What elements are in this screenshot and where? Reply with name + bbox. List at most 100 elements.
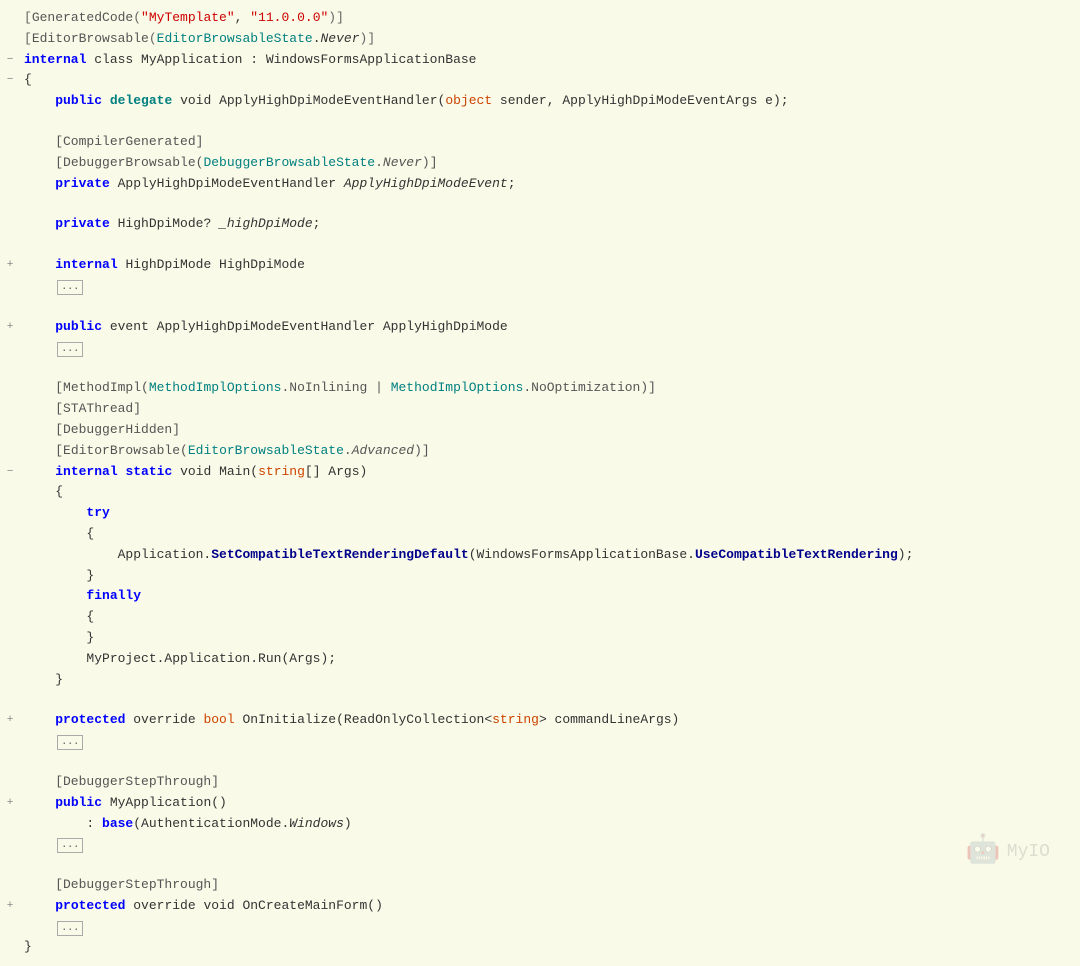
code-line: ...: [0, 338, 1080, 359]
code-content: }: [20, 566, 1080, 587]
code-content: ...: [20, 731, 1080, 752]
code-line: [MethodImpl(MethodImplOptions.NoInlining…: [0, 378, 1080, 399]
code-line: finally: [0, 586, 1080, 607]
gutter-cell: [0, 503, 20, 505]
code-content: internal static void Main(string[] Args): [20, 462, 1080, 483]
expand-button[interactable]: +: [7, 795, 14, 813]
code-line: ...: [0, 731, 1080, 752]
collapse-button[interactable]: −: [7, 72, 14, 90]
gutter-cell: [0, 420, 20, 422]
gutter-cell: [0, 649, 20, 651]
code-line: [0, 112, 1080, 132]
gutter-cell: [0, 235, 20, 237]
code-line: MyProject.Application.Run(Args);: [0, 649, 1080, 670]
code-line: [EditorBrowsable(EditorBrowsableState.Ad…: [0, 441, 1080, 462]
code-content: {: [20, 607, 1080, 628]
gutter-cell: [0, 482, 20, 484]
gutter-cell: [0, 112, 20, 114]
gutter-cell: [0, 441, 20, 443]
code-content: internal HighDpiMode HighDpiMode: [20, 255, 1080, 276]
code-editor: [GeneratedCode("MyTemplate", "11.0.0.0")…: [0, 0, 1080, 966]
code-line: try: [0, 503, 1080, 524]
code-line: : base(AuthenticationMode.Windows): [0, 814, 1080, 835]
expand-button[interactable]: +: [7, 319, 14, 337]
collapsed-region[interactable]: ...: [57, 735, 83, 750]
code-line: [DebuggerStepThrough]: [0, 875, 1080, 896]
code-line: [EditorBrowsable(EditorBrowsableState.Ne…: [0, 29, 1080, 50]
gutter-cell: [0, 545, 20, 547]
code-content: [DebuggerStepThrough]: [20, 772, 1080, 793]
code-content: ...: [20, 917, 1080, 938]
code-content: try: [20, 503, 1080, 524]
code-line: + public event ApplyHighDpiModeEventHand…: [0, 317, 1080, 338]
gutter-cell: [0, 855, 20, 857]
gutter-cell: −: [0, 70, 20, 90]
code-line: ...: [0, 917, 1080, 938]
code-content: protected override bool OnInitialize(Rea…: [20, 710, 1080, 731]
gutter-cell: [0, 772, 20, 774]
code-line: [DebuggerStepThrough]: [0, 772, 1080, 793]
expand-button[interactable]: +: [7, 712, 14, 730]
code-content: [DebuggerStepThrough]: [20, 875, 1080, 896]
code-line: private ApplyHighDpiModeEventHandler App…: [0, 174, 1080, 195]
code-content: finally: [20, 586, 1080, 607]
code-line: ...: [0, 834, 1080, 855]
code-content: [CompilerGenerated]: [20, 132, 1080, 153]
code-line: [0, 235, 1080, 255]
code-content: public delegate void ApplyHighDpiModeEve…: [20, 91, 1080, 112]
code-content: [STAThread]: [20, 399, 1080, 420]
code-content: ...: [20, 834, 1080, 855]
code-content: [DebuggerHidden]: [20, 420, 1080, 441]
code-line: [GeneratedCode("MyTemplate", "11.0.0.0")…: [0, 8, 1080, 29]
code-content: public event ApplyHighDpiModeEventHandle…: [20, 317, 1080, 338]
code-line: [DebuggerBrowsable(DebuggerBrowsableStat…: [0, 153, 1080, 174]
collapse-button[interactable]: −: [7, 464, 14, 482]
collapsed-region[interactable]: ...: [57, 921, 83, 936]
gutter-cell: [0, 731, 20, 733]
code-line: }: [0, 628, 1080, 649]
code-content: {: [20, 70, 1080, 91]
gutter-cell: [0, 338, 20, 340]
gutter-cell: [0, 917, 20, 919]
collapsed-region[interactable]: ...: [57, 342, 83, 357]
code-line: [0, 297, 1080, 317]
code-content: : base(AuthenticationMode.Windows): [20, 814, 1080, 835]
code-line: }: [0, 670, 1080, 691]
gutter-cell: [0, 297, 20, 299]
code-line: −{: [0, 70, 1080, 91]
code-content: }: [20, 937, 1080, 958]
collapsed-region[interactable]: ...: [57, 838, 83, 853]
code-line: + protected override bool OnInitialize(R…: [0, 710, 1080, 731]
code-content: }: [20, 628, 1080, 649]
code-content: Application.SetCompatibleTextRenderingDe…: [20, 545, 1080, 566]
code-line: [0, 358, 1080, 378]
collapse-button[interactable]: −: [7, 52, 14, 70]
code-line: [CompilerGenerated]: [0, 132, 1080, 153]
code-line: [0, 752, 1080, 772]
code-line: + public MyApplication(): [0, 793, 1080, 814]
collapsed-region[interactable]: ...: [57, 280, 83, 295]
code-content: protected override void OnCreateMainForm…: [20, 896, 1080, 917]
gutter-cell: −: [0, 462, 20, 482]
gutter-cell: [0, 132, 20, 134]
code-line: [0, 690, 1080, 710]
gutter-cell: [0, 690, 20, 692]
expand-button[interactable]: +: [7, 898, 14, 916]
expand-button[interactable]: +: [7, 257, 14, 275]
code-line: −internal class MyApplication : WindowsF…: [0, 50, 1080, 71]
gutter-cell: [0, 378, 20, 380]
code-line: [DebuggerHidden]: [0, 420, 1080, 441]
code-line: }: [0, 937, 1080, 958]
gutter-cell: [0, 670, 20, 672]
gutter-cell: [0, 214, 20, 216]
gutter-cell: [0, 194, 20, 196]
gutter-cell: [0, 628, 20, 630]
code-line: {: [0, 607, 1080, 628]
code-line: [STAThread]: [0, 399, 1080, 420]
gutter-cell: [0, 153, 20, 155]
gutter-cell: [0, 399, 20, 401]
code-line: {: [0, 524, 1080, 545]
code-content: private ApplyHighDpiModeEventHandler App…: [20, 174, 1080, 195]
code-content: [EditorBrowsable(EditorBrowsableState.Ad…: [20, 441, 1080, 462]
gutter-cell: [0, 752, 20, 754]
